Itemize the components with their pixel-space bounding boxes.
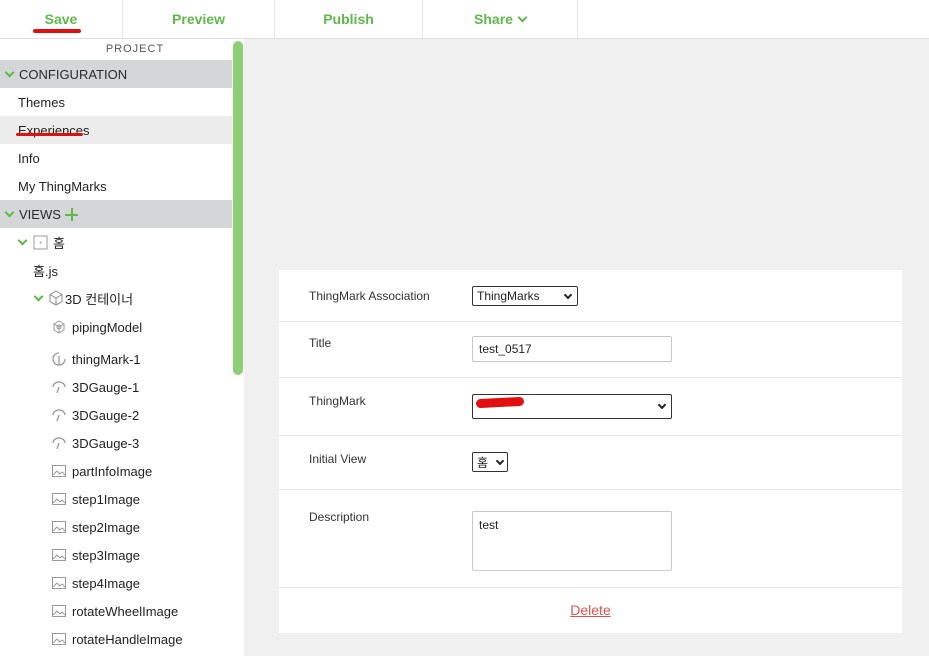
views-section-header[interactable]: VIEWS: [0, 200, 232, 228]
tree-item-label: partInfoImage: [72, 463, 153, 479]
sidebar-item-experiences[interactable]: Experiences: [0, 116, 232, 144]
description-textarea[interactable]: test: [472, 511, 672, 571]
thingmark-row: ThingMark: [279, 378, 902, 436]
share-label: Share: [474, 11, 513, 27]
tree-item-step2image[interactable]: step2Image: [51, 513, 140, 541]
tree-item-rotatewheelimage[interactable]: rotateWheelImage: [51, 597, 178, 625]
image-icon: [51, 631, 67, 647]
tree-item-label: step4Image: [72, 575, 140, 591]
sidebar-scrollbar-thumb[interactable]: [233, 41, 243, 375]
gauge-icon: [51, 435, 67, 451]
initial-view-value: 홈: [477, 455, 489, 470]
experiences-annotation-underline: [16, 133, 83, 136]
tree-item-partinfoimage[interactable]: partInfoImage: [51, 457, 152, 485]
thingmark-icon: [51, 351, 67, 367]
configuration-section-header[interactable]: CONFIGURATION: [0, 60, 232, 88]
thingmark-association-value: ThingMarks: [477, 289, 540, 303]
thingmark-association-select[interactable]: ThingMarks: [472, 286, 578, 306]
tree-item-3dgauge-1[interactable]: 3DGauge-1: [51, 373, 139, 401]
sidebar-item-themes[interactable]: Themes: [0, 88, 232, 116]
initial-view-select[interactable]: 홈: [472, 452, 508, 472]
image-icon: [51, 603, 67, 619]
tree-item-pipingmodel[interactable]: pipingModel: [51, 313, 142, 341]
tree-item-label: 3DGauge-1: [72, 379, 140, 395]
sidebar-item-info[interactable]: Info: [0, 144, 232, 172]
thingmark-select[interactable]: [472, 394, 672, 419]
share-tab[interactable]: Share: [423, 0, 578, 38]
chevron-down-icon: [4, 207, 15, 217]
thingmark-association-row: ThingMark Association ThingMarks: [279, 270, 902, 322]
tree-item-label: 홈: [53, 235, 65, 251]
tree-item-label: thingMark-1: [72, 351, 141, 367]
tree-item-3dgauge-2[interactable]: 3DGauge-2: [51, 401, 139, 429]
tree-item-label: 3D 컨테이너: [65, 291, 134, 307]
tree-item-label: 3DGauge-2: [72, 407, 140, 423]
add-view-icon[interactable]: [64, 207, 78, 221]
title-row: Title test_0517: [279, 322, 902, 378]
initial-view-label: Initial View: [309, 452, 367, 466]
image-icon: [51, 575, 67, 591]
title-input[interactable]: test_0517: [472, 336, 672, 362]
chevron-down-icon: [17, 235, 28, 245]
image-icon: [51, 519, 67, 535]
description-row: Description test: [279, 490, 902, 588]
tree-item-label: 3DGauge-3: [72, 435, 140, 451]
top-toolbar: Save Preview Publish Share: [0, 0, 929, 39]
description-label: Description: [309, 510, 370, 524]
chevron-down-icon: [33, 291, 44, 301]
tree-item-3d-container[interactable]: 3D 컨테이너: [33, 284, 134, 312]
chevron-down-icon: [495, 456, 505, 466]
tree-item-label: pipingModel: [72, 319, 143, 335]
tree-item-label: step3Image: [72, 547, 140, 563]
tree-item-home-view[interactable]: 홈: [17, 228, 65, 256]
project-label: PROJECT: [105, 43, 165, 55]
tree-item-home-js[interactable]: 홈.js: [33, 256, 58, 284]
tree-item-label: rotateWheelImage: [72, 603, 179, 619]
chevron-down-icon: [517, 12, 528, 22]
redaction-mark: [475, 396, 525, 409]
thingmark-association-label: ThingMark Association: [309, 289, 430, 303]
tree-item-step3image[interactable]: step3Image: [51, 541, 140, 569]
tree-item-label: 홈.js: [33, 263, 58, 279]
save-annotation-underline: [33, 29, 81, 33]
chevron-down-icon: [563, 290, 573, 300]
publish-tab[interactable]: Publish: [275, 0, 423, 38]
chevron-down-icon: [4, 67, 15, 77]
image-icon: [51, 547, 67, 563]
tree-item-3dgauge-3[interactable]: 3DGauge-3: [51, 429, 139, 457]
tree-item-step1image[interactable]: step1Image: [51, 485, 140, 513]
cube-icon: [48, 290, 64, 306]
preview-tab[interactable]: Preview: [123, 0, 275, 38]
title-label: Title: [309, 336, 332, 350]
image-icon: [51, 463, 67, 479]
model-icon: [51, 319, 67, 335]
project-sidebar: PROJECT CONFIGURATION Themes Experiences…: [0, 39, 244, 656]
experience-settings-card: ThingMark Association ThingMarks Title t…: [279, 270, 902, 633]
tree-item-step4image[interactable]: step4Image: [51, 569, 140, 597]
delete-link[interactable]: Delete: [279, 602, 902, 618]
gauge-icon: [51, 407, 67, 423]
initial-view-row: Initial View 홈: [279, 436, 902, 490]
tree-item-label: rotateHandleImage: [72, 631, 183, 647]
image-icon: [51, 491, 67, 507]
tree-item-rotatehandleimage[interactable]: rotateHandleImage: [51, 625, 183, 653]
tree-item-label: step1Image: [72, 491, 140, 507]
views-title: VIEWS: [19, 206, 61, 222]
sidebar-item-my-thingmarks[interactable]: My ThingMarks: [0, 172, 232, 200]
configuration-title: CONFIGURATION: [19, 66, 128, 82]
tree-item-thingmark-1[interactable]: thingMark-1: [51, 345, 141, 373]
chevron-down-icon: [657, 400, 667, 410]
thingmark-label: ThingMark: [309, 394, 366, 408]
page-icon: [32, 234, 48, 250]
gauge-icon: [51, 379, 67, 395]
tree-item-label: step2Image: [72, 519, 140, 535]
